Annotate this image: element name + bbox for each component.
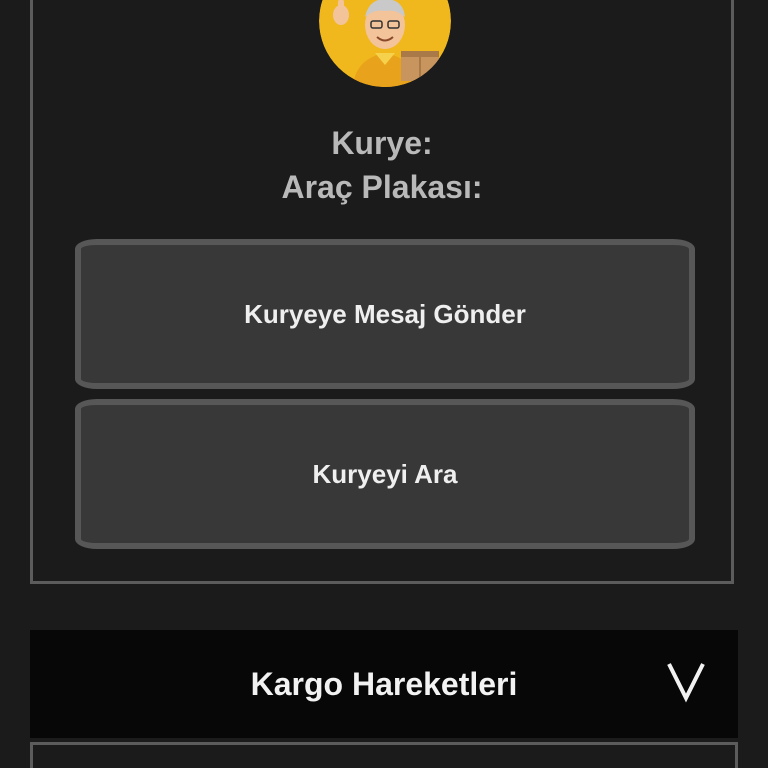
courier-name-label: Kurye: (331, 125, 433, 161)
page: Kurye: Araç Plakası: Kuryeye Mesaj Gönde… (0, 0, 768, 768)
shipment-movements-header[interactable]: Kargo Hareketleri (30, 630, 738, 738)
courier-card: Kurye: Araç Plakası: Kuryeye Mesaj Gönde… (30, 0, 734, 584)
courier-avatar (319, 0, 451, 87)
call-courier-button[interactable]: Kuryeyi Ara (75, 399, 695, 549)
vehicle-plate-label: Araç Plakası: (281, 169, 483, 205)
courier-avatar-illustration (319, 0, 451, 87)
shipment-movements-title: Kargo Hareketleri (250, 665, 518, 702)
chevron-down-icon[interactable] (664, 660, 708, 704)
message-courier-button[interactable]: Kuryeye Mesaj Gönder (75, 239, 695, 389)
shipment-movements-panel (30, 742, 738, 768)
